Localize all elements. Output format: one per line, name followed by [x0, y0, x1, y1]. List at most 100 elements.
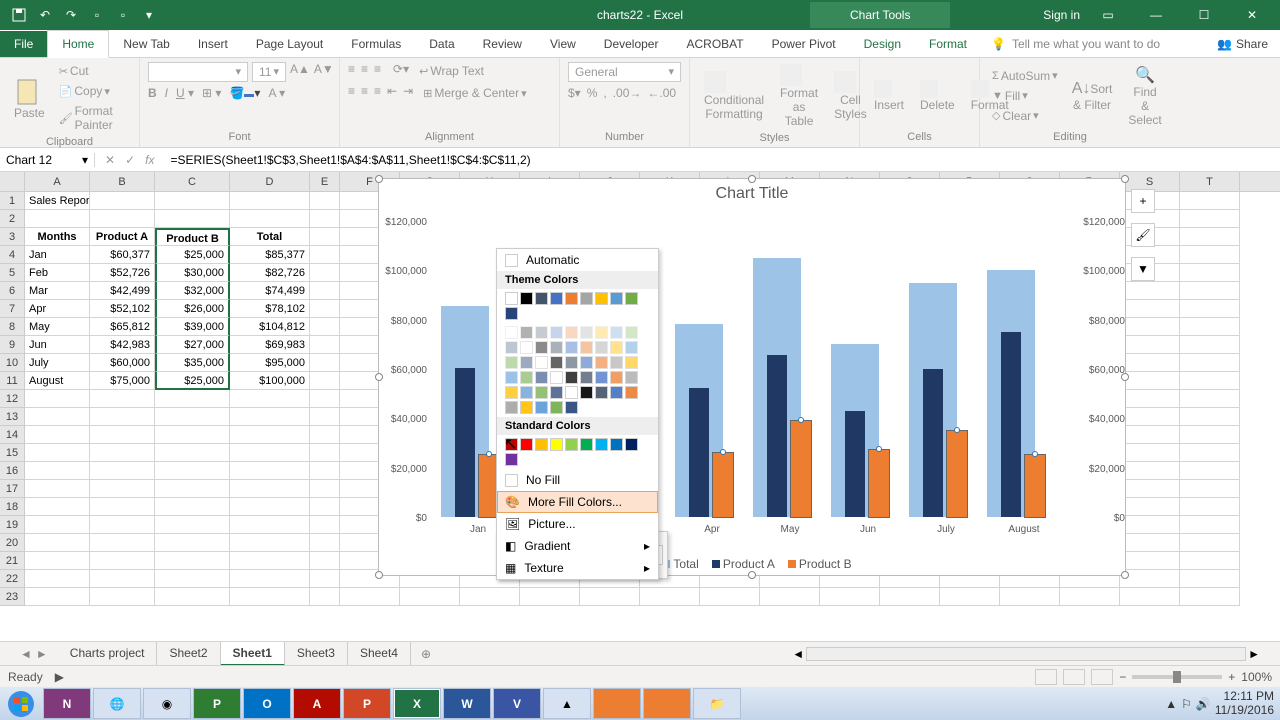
color-swatch[interactable] [520, 356, 533, 369]
cell[interactable] [700, 588, 760, 606]
cell[interactable] [90, 480, 155, 498]
cell[interactable] [310, 462, 340, 480]
row-header[interactable]: 20 [0, 534, 25, 552]
cell[interactable] [520, 588, 580, 606]
cell[interactable] [1180, 498, 1240, 516]
qat-dropdown-icon[interactable]: ▾ [138, 4, 160, 26]
cell[interactable] [1180, 570, 1240, 588]
zoom-in-button[interactable]: + [1228, 670, 1235, 684]
row-header[interactable]: 16 [0, 462, 25, 480]
cell[interactable]: July [25, 354, 90, 372]
align-center-icon[interactable]: ≡ [361, 84, 368, 102]
cell[interactable] [155, 498, 230, 516]
cell[interactable] [1120, 462, 1180, 480]
font-color-button[interactable]: A ▾ [268, 86, 285, 100]
cell[interactable] [310, 264, 340, 282]
color-swatch[interactable] [520, 371, 533, 384]
sheet-tab[interactable]: Sheet3 [285, 642, 348, 666]
cell[interactable] [90, 552, 155, 570]
row-header[interactable]: 19 [0, 516, 25, 534]
color-swatch[interactable] [505, 371, 518, 384]
cell[interactable] [1120, 516, 1180, 534]
tab-data[interactable]: Data [415, 31, 468, 57]
cell[interactable]: $52,102 [90, 300, 155, 318]
automatic-color-option[interactable]: Automatic [497, 249, 658, 271]
cell[interactable] [25, 408, 90, 426]
column-header[interactable]: D [230, 172, 310, 191]
color-swatch[interactable] [535, 371, 548, 384]
cell[interactable] [1120, 354, 1180, 372]
cell[interactable] [1120, 390, 1180, 408]
cell[interactable] [310, 336, 340, 354]
autosum-button[interactable]: Σ AutoSum ▾ [988, 67, 1062, 85]
taskbar-vlc[interactable]: ▲ [543, 688, 591, 719]
cell[interactable] [310, 570, 340, 588]
color-swatch[interactable] [520, 438, 533, 451]
fill-button[interactable]: ▼ Fill ▾ [988, 87, 1062, 105]
qat-icon[interactable]: ▫ [112, 4, 134, 26]
cell[interactable] [90, 534, 155, 552]
cell[interactable]: Jan [25, 246, 90, 264]
color-swatch[interactable] [595, 356, 608, 369]
name-box[interactable]: Chart 12▾ [0, 153, 95, 167]
wrap-text-button[interactable]: ↩ Wrap Text [415, 62, 488, 80]
align-right-icon[interactable]: ≡ [374, 84, 381, 102]
color-swatch[interactable] [505, 341, 518, 354]
format-painter-button[interactable]: 🖌 Format Painter [55, 102, 131, 134]
cell[interactable]: $52,726 [90, 264, 155, 282]
zoom-level[interactable]: 100% [1241, 670, 1272, 684]
cell[interactable] [230, 552, 310, 570]
cell[interactable] [1120, 534, 1180, 552]
row-header[interactable]: 5 [0, 264, 25, 282]
taskbar-outlook[interactable]: O [243, 688, 291, 719]
signin-link[interactable]: Sign in [1043, 8, 1080, 22]
start-button[interactable] [0, 687, 42, 720]
row-header[interactable]: 2 [0, 210, 25, 228]
cell[interactable] [25, 588, 90, 606]
color-swatch[interactable] [580, 341, 593, 354]
chevron-down-icon[interactable]: ▾ [82, 153, 88, 167]
taskbar-app[interactable] [643, 688, 691, 719]
align-bottom-icon[interactable]: ≡ [374, 62, 381, 80]
cell[interactable]: Apr [25, 300, 90, 318]
cell[interactable]: $60,000 [90, 354, 155, 372]
color-swatch[interactable] [550, 401, 563, 414]
color-swatch[interactable] [625, 371, 638, 384]
cell[interactable] [1180, 390, 1240, 408]
color-swatch[interactable] [595, 326, 608, 339]
tray-up-icon[interactable]: ▲ [1165, 697, 1177, 711]
cell[interactable] [1060, 588, 1120, 606]
cell[interactable] [1120, 426, 1180, 444]
dec-decimal-icon[interactable]: ←.00 [647, 86, 676, 100]
cell[interactable] [155, 588, 230, 606]
row-header[interactable]: 7 [0, 300, 25, 318]
tray-icon[interactable]: 🔊 [1196, 697, 1211, 711]
row-header[interactable]: 3 [0, 228, 25, 246]
color-swatch[interactable] [565, 326, 578, 339]
color-swatch[interactable] [535, 386, 548, 399]
cell[interactable] [230, 210, 310, 228]
cell[interactable] [90, 498, 155, 516]
cell[interactable] [155, 552, 230, 570]
color-swatch[interactable] [550, 438, 563, 451]
picture-fill-option[interactable]: 🖼Picture... [497, 513, 658, 535]
cell[interactable]: $82,726 [230, 264, 310, 282]
cell[interactable] [310, 588, 340, 606]
number-format-combo[interactable]: General▾ [568, 62, 681, 82]
ribbon-options-icon[interactable]: ▭ [1088, 0, 1128, 30]
cell[interactable] [760, 588, 820, 606]
cell[interactable]: $30,000 [155, 264, 230, 282]
row-header[interactable]: 14 [0, 426, 25, 444]
conditional-formatting-button[interactable]: Conditional Formatting [698, 69, 770, 123]
chart-filters-button[interactable]: ▼ [1131, 257, 1155, 281]
cell[interactable] [230, 408, 310, 426]
tab-home[interactable]: Home [47, 30, 109, 58]
color-swatch[interactable] [580, 292, 593, 305]
color-swatch[interactable] [505, 292, 518, 305]
cell[interactable] [230, 588, 310, 606]
taskbar-project[interactable]: P [193, 688, 241, 719]
color-swatch[interactable] [505, 356, 518, 369]
save-icon[interactable] [8, 4, 30, 26]
color-swatch[interactable] [550, 356, 563, 369]
color-swatch[interactable] [625, 326, 638, 339]
